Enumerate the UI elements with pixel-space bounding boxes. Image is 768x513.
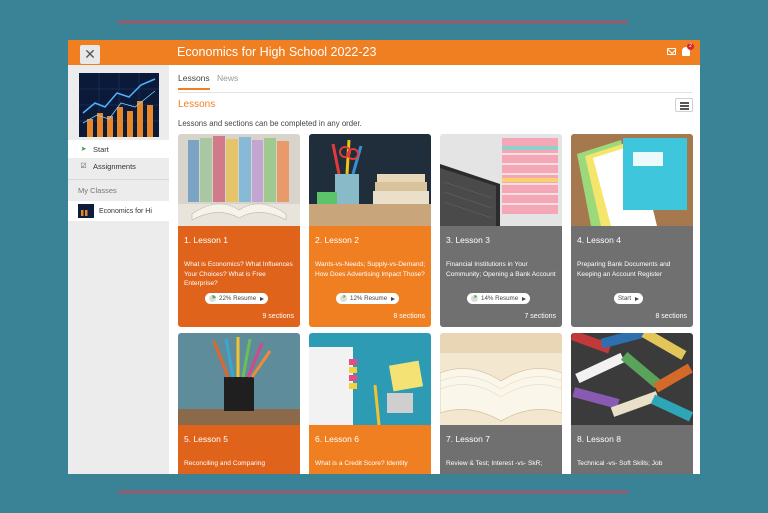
lesson-card-body: 3. Lesson 3 Financial Institutions in Yo… [440,226,562,327]
lesson-card[interactable]: 8. Lesson 8 Technical -vs- Soft Skills; … [571,333,693,474]
lesson-title: 3. Lesson 3 [446,235,490,245]
lesson-description: Technical -vs- Soft Skills; Job [577,460,663,467]
mail-icon[interactable] [667,48,676,55]
progress-ring-icon [471,295,478,302]
list-view-button[interactable] [675,98,693,112]
lesson-title: 2. Lesson 2 [315,235,359,245]
section-title: Lessons [178,99,216,110]
sidebar: ➤ Start ☑ Assignments My Classes Economi… [68,65,169,474]
lesson-card[interactable]: 2. Lesson 2 Wants-vs-Needs; Supply-vs-De… [309,134,431,327]
sidebar-class-label: Economics for Hi [99,207,152,215]
app-window: ✕ Economics for High School 2022-23 2 ➤ … [68,40,700,474]
class-thumbnail [79,73,159,137]
start-button[interactable]: Start [614,293,644,304]
resume-button[interactable]: 14% Resume [467,293,531,304]
lesson-description: Wants-vs-Needs; Supply-vs-Demand; How Do… [315,261,426,278]
lesson-image-notebook [309,333,431,425]
sidebar-item-assignments[interactable]: ☑ Assignments [68,157,169,175]
lesson-image-school-supplies [309,134,431,226]
lesson-card[interactable]: 4. Lesson 4 Preparing Bank Documents and… [571,134,693,327]
lesson-description: What is Economics? What Influences Your … [184,261,293,287]
lesson-description: Review & Test; Interest -vs- SkR; [446,460,543,467]
lesson-image-binders [571,134,693,226]
app-title: Economics for High School 2022-23 [177,45,377,59]
section-count: 9 sections [262,313,294,320]
lesson-description: What is a Credit Score? Identity [315,460,408,467]
lesson-card-body: 7. Lesson 7 Review & Test; Interest -vs-… [440,425,562,474]
lesson-image-open-book [440,333,562,425]
helper-text: Lessons and sections can be completed in… [178,119,362,128]
navigate-arrow-icon: ➤ [80,146,87,153]
lesson-image-books [178,134,300,226]
lesson-card-body: 1. Lesson 1 What is Economics? What Infl… [178,226,300,327]
my-classes-heading: My Classes [78,186,117,195]
lesson-description: Preparing Bank Documents and Keeping an … [577,261,671,278]
close-button[interactable]: ✕ [80,45,100,64]
play-icon [522,296,527,301]
lesson-card-body: 4. Lesson 4 Preparing Bank Documents and… [571,226,693,327]
start-label: Start [618,295,632,302]
lesson-card[interactable]: 6. Lesson 6 What is a Credit Score? Iden… [309,333,431,474]
decorative-line-top [118,21,628,23]
tab-news[interactable]: News [217,73,238,88]
decorative-line-bottom [118,491,628,493]
lesson-title: 6. Lesson 6 [315,434,359,444]
play-icon [391,296,396,301]
section-count: 8 sections [655,313,687,320]
sidebar-item-label: Assignments [93,161,136,171]
tab-bar: Lessons News [178,73,692,93]
progress-ring-icon [340,295,347,302]
section-count: 7 sections [524,313,556,320]
lesson-card[interactable]: 1. Lesson 1 What is Economics? What Infl… [178,134,300,327]
resume-label: 14% Resume [481,295,519,302]
lesson-card-body: 6. Lesson 6 What is a Credit Score? Iden… [309,425,431,474]
lesson-title: 4. Lesson 4 [577,235,621,245]
lesson-image-pencils [178,333,300,425]
lesson-description: Financial Institutions in Your Community… [446,261,556,278]
lesson-title: 1. Lesson 1 [184,235,228,245]
close-icon: ✕ [84,46,96,62]
checkbox-icon: ☑ [80,163,87,170]
resume-button[interactable]: 22% Resume [205,293,269,304]
main-content: Lessons News Lessons Lessons and section… [178,65,700,474]
class-mini-thumbnail [78,204,94,218]
section-count: 8 sections [393,313,425,320]
lesson-description: Reconciling and Comparing [184,460,266,467]
notification-badge: 2 [687,43,694,50]
lesson-image-laptop [440,134,562,226]
lesson-card[interactable]: 5. Lesson 5 Reconciling and Comparing [178,333,300,474]
resume-label: 22% Resume [219,295,257,302]
lesson-card-body: 2. Lesson 2 Wants-vs-Needs; Supply-vs-De… [309,226,431,327]
resume-button[interactable]: 12% Resume [336,293,400,304]
lesson-card[interactable]: 7. Lesson 7 Review & Test; Interest -vs-… [440,333,562,474]
sidebar-item-label: Start [93,144,109,154]
sidebar-item-start[interactable]: ➤ Start [68,140,169,158]
progress-ring-icon [209,295,216,302]
lesson-card-body: 5. Lesson 5 Reconciling and Comparing [178,425,300,474]
resume-label: 12% Resume [350,295,388,302]
sidebar-divider [68,179,169,180]
tab-lessons[interactable]: Lessons [178,73,210,90]
lesson-title: 5. Lesson 5 [184,434,228,444]
lesson-title: 8. Lesson 8 [577,434,621,444]
lesson-card[interactable]: 3. Lesson 3 Financial Institutions in Yo… [440,134,562,327]
lesson-title: 7. Lesson 7 [446,434,490,444]
play-icon [260,296,265,301]
lesson-card-body: 8. Lesson 8 Technical -vs- Soft Skills; … [571,425,693,474]
sidebar-class-item[interactable]: Economics for Hi [68,201,169,221]
lesson-image-book-pile [571,333,693,425]
top-bar: ✕ Economics for High School 2022-23 2 [68,40,700,65]
play-icon [635,296,640,301]
